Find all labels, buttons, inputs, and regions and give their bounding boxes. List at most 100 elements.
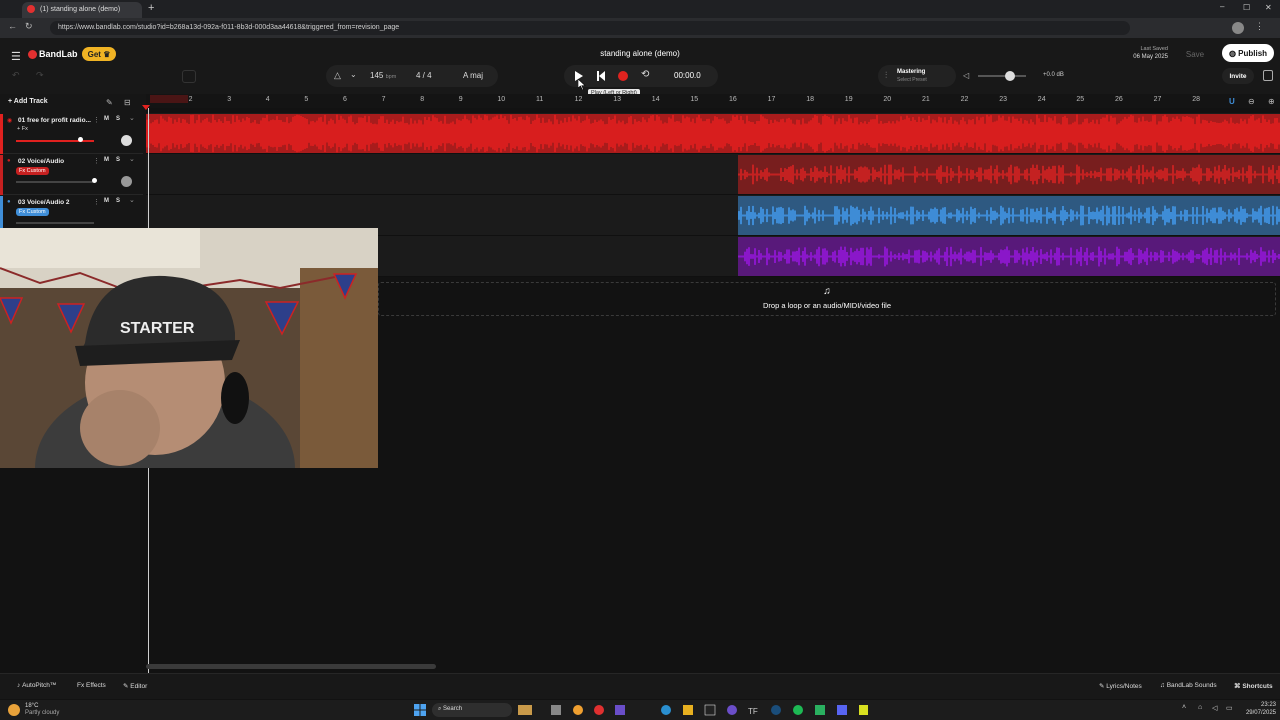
audio-clip[interactable] (738, 237, 1280, 276)
autopitch-button[interactable]: ♪ AutoPitch™ (17, 682, 56, 689)
shortcuts-button[interactable]: ⌘ Shortcuts (1234, 682, 1273, 690)
track-header[interactable]: ● 02 Voice/Audio ⋮ M S ⌄ Fx Custom (0, 155, 143, 195)
master-volume-knob[interactable] (1005, 71, 1015, 81)
zoom-out-icon[interactable]: ⊖ (1248, 97, 1255, 106)
volume-icon[interactable]: ◁ (1212, 704, 1217, 712)
more-icon[interactable]: ⋮ (93, 198, 100, 206)
bandlab-logo[interactable]: BandLab (39, 49, 78, 59)
project-title[interactable]: standing alone (demo) (0, 49, 1280, 58)
snap-magnet-icon[interactable]: U (1229, 97, 1235, 106)
save-button[interactable]: Save (1174, 46, 1216, 62)
track-name[interactable]: 03 Voice/Audio 2 (18, 199, 70, 206)
skip-back-button[interactable] (596, 70, 606, 82)
master-volume-slider[interactable] (978, 75, 1026, 77)
reload-icon[interactable]: ↻ (25, 21, 33, 32)
add-track-button[interactable]: + Add Track (8, 98, 48, 105)
keyboard-icon: ⌘ (1234, 683, 1241, 690)
browser-tab[interactable]: (1) standing alone (demo) (22, 2, 142, 18)
track-name[interactable]: 01 free for profit radio... (18, 117, 91, 124)
ruler-bar-number: 10 (497, 96, 506, 103)
solo-button[interactable]: S (116, 198, 120, 204)
drop-zone[interactable]: ♫ Drop a loop or an audio/MIDI/video fil… (378, 282, 1276, 316)
invite-button[interactable]: Invite (1222, 68, 1254, 84)
track-volume-handle[interactable] (92, 178, 97, 183)
hamburger-menu-icon[interactable]: ☰ (11, 50, 21, 63)
more-icon[interactable]: ⋮ (93, 116, 100, 124)
mute-button[interactable]: M (104, 157, 109, 163)
playhead-marker[interactable] (142, 105, 150, 110)
audio-clip[interactable] (146, 114, 1280, 153)
metronome-icon[interactable]: △ (334, 70, 341, 81)
more-icon[interactable]: ⋮ (93, 157, 100, 165)
solo-button[interactable]: S (116, 157, 120, 163)
audio-clip[interactable] (738, 155, 1280, 194)
track-volume-handle[interactable] (78, 137, 83, 142)
back-icon[interactable]: ← (8, 21, 17, 31)
mouse-cursor-icon (578, 79, 586, 90)
ruler-bar-number: 8 (420, 96, 425, 103)
automation-icon[interactable]: ✎ (106, 98, 113, 107)
track-options-icon[interactable]: ⊟ (124, 98, 131, 107)
loop-icon[interactable]: ⟲ (641, 69, 649, 80)
track-volume-slider[interactable] (16, 222, 94, 224)
loop-region[interactable] (150, 95, 188, 103)
time-signature[interactable]: 4 / 4 (416, 71, 432, 80)
browser-menu-icon[interactable]: ⋮ (1255, 21, 1264, 32)
chevron-down-icon[interactable]: ⌄ (129, 155, 135, 163)
weather-icon[interactable] (8, 704, 20, 716)
chevron-down-icon[interactable]: ⌄ (350, 70, 357, 79)
timeline-ruler[interactable]: 1234567891011121314151617181920212223242… (146, 94, 1280, 108)
zoom-in-icon[interactable]: ⊕ (1268, 97, 1275, 106)
editor-button[interactable]: ✎ Editor (123, 682, 147, 690)
gift-icon[interactable] (1263, 70, 1273, 81)
track-header[interactable]: ◉ 01 free for profit radio... ⋮ M S ⌄ + … (0, 114, 143, 154)
fx-custom-badge[interactable]: Fx Custom (16, 167, 49, 175)
lyrics-notes-button[interactable]: ✎ Lyrics/Notes (1099, 682, 1142, 690)
audio-clip[interactable] (738, 196, 1280, 235)
maximize-icon[interactable]: ☐ (1243, 3, 1250, 12)
microphone-icon: ● (7, 158, 11, 164)
add-fx-button[interactable]: + Fx (17, 126, 28, 132)
mastering-button[interactable]: ⫶ Mastering Select Preset (878, 65, 956, 87)
pan-knob[interactable] (121, 176, 132, 187)
track-volume-slider[interactable] (16, 181, 94, 183)
taskbar-search[interactable]: ⌕ Search (432, 703, 512, 717)
publish-button[interactable]: ◍ Publish (1222, 44, 1274, 62)
key-selector[interactable]: A maj (463, 71, 483, 80)
tempo-key-group: △ ⌄ 145 bpm 4 / 4 A maj (326, 65, 498, 87)
track-lane[interactable] (146, 113, 1280, 154)
battery-icon[interactable]: ▭ (1226, 704, 1233, 712)
sliders-icon: ⫶ (885, 70, 888, 80)
url-field[interactable]: https://www.bandlab.com/studio?id=b268a1… (50, 21, 1130, 35)
mute-button[interactable]: M (104, 198, 109, 204)
chevron-down-icon[interactable]: ⌄ (129, 196, 135, 204)
get-membership-button[interactable]: Get ♛ (82, 47, 116, 61)
effects-button[interactable]: Fx Effects (77, 682, 106, 689)
pan-knob[interactable] (121, 135, 132, 146)
master-volume-icon[interactable]: ◁ (963, 71, 969, 80)
minimize-icon[interactable]: – (1220, 2, 1224, 11)
tray-chevron-icon[interactable]: ˄ (1182, 704, 1186, 711)
taskbar-app-icons[interactable]: TF (518, 704, 868, 716)
tempo-field[interactable]: 145 bpm (370, 71, 396, 80)
close-window-icon[interactable]: ✕ (1265, 3, 1272, 12)
mute-button[interactable]: M (104, 116, 109, 122)
ruler-bar-number: 15 (690, 96, 699, 103)
fx-custom-badge[interactable]: Fx Custom (16, 208, 49, 216)
ruler-bar-number: 13 (613, 96, 621, 103)
profile-avatar[interactable] (1232, 22, 1244, 34)
record-button[interactable] (618, 71, 628, 81)
sounds-label: BandLab Sounds (1166, 682, 1217, 689)
windows-start-icon[interactable] (414, 704, 426, 716)
track-lane[interactable] (146, 154, 1280, 195)
bandlab-sounds-button[interactable]: ♫ BandLab Sounds (1160, 682, 1217, 689)
undo-icon[interactable]: ↶ (12, 70, 20, 81)
redo-icon[interactable]: ↷ (36, 70, 44, 81)
new-tab-icon[interactable]: + (148, 2, 154, 14)
chevron-down-icon[interactable]: ⌄ (129, 114, 135, 122)
project-settings-icon[interactable] (182, 70, 196, 83)
track-name[interactable]: 02 Voice/Audio (18, 158, 64, 165)
solo-button[interactable]: S (116, 116, 120, 122)
network-icon[interactable]: ⌂ (1198, 704, 1202, 711)
horizontal-scrollbar[interactable] (146, 664, 436, 669)
